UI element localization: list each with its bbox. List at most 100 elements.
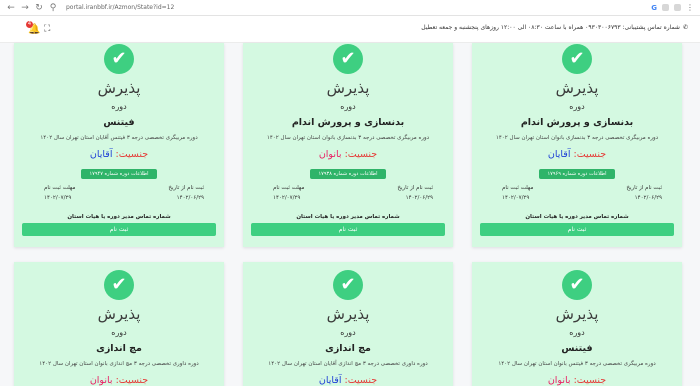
course-label: دوره	[340, 102, 356, 111]
start-date-block: ثبت نام از تاریخ ۱۴۰۲/۰۶/۲۹	[168, 183, 204, 203]
course-card: ✔ پذیرش دوره فیتنس دوره مربیگری تخصصی در…	[472, 262, 682, 386]
check-icon: ✔	[104, 44, 134, 74]
gender-label: جنسیت:	[344, 149, 378, 160]
course-info-button[interactable]: اطلاعات دوره شماره ۱۷۹۳۸	[310, 169, 386, 179]
profile-icon[interactable]	[674, 4, 681, 11]
gender-value: آقایان	[318, 375, 342, 386]
course-label: دوره	[111, 328, 127, 337]
end-date-label: مهلت ثبت نام	[44, 185, 76, 191]
course-name: بدنسازی و پرورش اندام	[291, 117, 405, 128]
end-date-block: مهلت ثبت نام ۱۴۰۲/۰۷/۲۹	[273, 183, 304, 203]
check-icon: ✔	[562, 270, 592, 300]
course-description: دوره مربیگری تخصصی درجه ۳ بدنسازی بانوان…	[266, 135, 430, 141]
gender-label: جنسیت:	[573, 149, 607, 160]
start-date-block: ثبت نام از تاریخ ۱۴۰۲/۰۶/۲۹	[397, 183, 433, 203]
gender-value: بانوان	[318, 149, 342, 160]
status-title: پذیرش	[555, 79, 599, 97]
gender-line: جنسیت: بانوان	[243, 149, 453, 160]
check-icon: ✔	[104, 270, 134, 300]
check-icon: ✔	[562, 44, 592, 74]
start-date-label: ثبت نام از تاریخ	[168, 185, 204, 191]
course-name: فیتنس	[103, 117, 135, 128]
reload-icon[interactable]: ↻	[32, 1, 46, 15]
notification-badge: 4	[26, 21, 33, 28]
status-title: پذیرش	[326, 79, 370, 97]
browser-toolbar: ← → ↻ ⚲ portal.iranbbf.ir/Azmon/State?id…	[0, 0, 700, 16]
gender-value: بانوان	[547, 375, 571, 386]
course-description: دوره مربیگری تخصصی درجه ۳ فیتنس بانوان ا…	[498, 361, 656, 367]
gender-label: جنسیت:	[344, 375, 378, 386]
registration-dates: ثبت نام از تاریخ ۱۴۰۲/۰۶/۲۹ مهلت ثبت نام…	[26, 183, 212, 203]
registration-dates: ثبت نام از تاریخ ۱۴۰۲/۰۶/۲۹ مهلت ثبت نام…	[484, 183, 670, 203]
registration-dates: ثبت نام از تاریخ ۱۴۰۲/۰۶/۲۹ مهلت ثبت نام…	[255, 183, 441, 203]
browser-menu-icon[interactable]: ⋮	[686, 3, 694, 12]
gender-value: آقایان	[547, 149, 571, 160]
address-bar[interactable]: portal.iranbbf.ir/Azmon/State?id=12	[66, 4, 174, 11]
check-icon: ✔	[333, 44, 363, 74]
end-date-value: ۱۴۰۲/۰۷/۲۹	[273, 195, 301, 201]
end-date-value: ۱۴۰۲/۰۷/۲۹	[44, 195, 72, 201]
end-date-block: مهلت ثبت نام ۱۴۰۲/۰۷/۲۹	[502, 183, 533, 203]
course-info-button[interactable]: اطلاعات دوره شماره ۱۷۹۴۷	[81, 169, 157, 179]
end-date-value: ۱۴۰۲/۰۷/۲۹	[502, 195, 530, 201]
status-title: پذیرش	[97, 305, 141, 323]
start-date-value: ۱۴۰۲/۰۶/۲۹	[634, 195, 662, 201]
gender-line: جنسیت: آقایان	[243, 375, 453, 386]
start-date-block: ثبت نام از تاریخ ۱۴۰۲/۰۶/۲۹	[626, 183, 662, 203]
support-contact: ✆ شماره تماس پشتیبانی: ۰۹۳۰۳۰۰۶۷۹۳ همراه…	[421, 24, 688, 31]
course-description: دوره مربیگری تخصصی درجه ۳ فیتنس آقایان ا…	[40, 135, 198, 141]
fullscreen-icon[interactable]: ⛶	[44, 24, 50, 34]
director-contact: شماره تماس مدیر دوره یا هیات استان	[525, 214, 629, 220]
course-name: بدنسازی و پرورش اندام	[520, 117, 634, 128]
gender-line: جنسیت: آقایان	[14, 149, 224, 160]
director-contact: شماره تماس مدیر دوره یا هیات استان	[296, 214, 400, 220]
forward-icon[interactable]: →	[18, 1, 32, 15]
gender-line: جنسیت: آقایان	[472, 149, 682, 160]
gender-line: جنسیت: بانوان	[472, 375, 682, 386]
course-card: ✔ پذیرش دوره بدنسازی و پرورش اندام دوره …	[243, 43, 453, 247]
check-icon: ✔	[333, 270, 363, 300]
course-name: مچ اندازی	[96, 343, 142, 354]
end-date-block: مهلت ثبت نام ۱۴۰۲/۰۷/۲۹	[44, 183, 75, 203]
course-card: ✔ پذیرش دوره فیتنس دوره مربیگری تخصصی در…	[14, 43, 224, 247]
course-description: دوره داوری تخصصی درجه ۳ مچ اندازی آقایان…	[268, 361, 428, 367]
start-date-value: ۱۴۰۲/۰۶/۲۹	[405, 195, 433, 201]
end-date-label: مهلت ثبت نام	[502, 185, 534, 191]
course-label: دوره	[111, 102, 127, 111]
course-description: دوره مربیگری تخصصی درجه ۳ بدنسازی بانوان…	[495, 135, 659, 141]
course-info-button[interactable]: اطلاعات دوره شماره ۱۷۹۶۹	[539, 169, 615, 179]
site-header: 🔔 4 ⛶ ✆ شماره تماس پشتیبانی: ۰۹۳۰۳۰۰۶۷۹۳…	[0, 16, 700, 43]
support-contact-text: شماره تماس پشتیبانی: ۰۹۳۰۳۰۰۶۷۹۳ همراه ب…	[421, 24, 680, 31]
director-contact: شماره تماس مدیر دوره یا هیات استان	[67, 214, 171, 220]
back-icon[interactable]: ←	[4, 1, 18, 15]
google-icon[interactable]: G	[651, 4, 657, 12]
gender-label: جنسیت:	[573, 375, 607, 386]
status-title: پذیرش	[326, 305, 370, 323]
course-card: ✔ پذیرش دوره مچ اندازی دوره داوری تخصصی …	[14, 262, 224, 386]
gender-label: جنسیت:	[115, 149, 149, 160]
course-label: دوره	[569, 102, 585, 111]
site-info-icon[interactable]: ⚲	[46, 1, 60, 15]
register-button[interactable]: ثبت نام	[22, 223, 216, 236]
status-title: پذیرش	[555, 305, 599, 323]
course-name: فیتنس	[561, 343, 593, 354]
course-card: ✔ پذیرش دوره مچ اندازی دوره داوری تخصصی …	[243, 262, 453, 386]
register-button[interactable]: ثبت نام	[480, 223, 674, 236]
course-name: مچ اندازی	[325, 343, 371, 354]
course-card: ✔ پذیرش دوره بدنسازی و پرورش اندام دوره …	[472, 43, 682, 247]
gender-label: جنسیت:	[115, 375, 149, 386]
extension-icon[interactable]	[662, 4, 669, 11]
browser-actions: G ⋮	[651, 3, 700, 12]
start-date-label: ثبت نام از تاریخ	[626, 185, 662, 191]
start-date-value: ۱۴۰۲/۰۶/۲۹	[176, 195, 204, 201]
course-label: دوره	[569, 328, 585, 337]
phone-icon: ✆	[682, 24, 688, 31]
end-date-label: مهلت ثبت نام	[273, 185, 305, 191]
gender-value: آقایان	[89, 149, 113, 160]
status-title: پذیرش	[97, 79, 141, 97]
gender-line: جنسیت: بانوان	[14, 375, 224, 386]
course-description: دوره داوری تخصصی درجه ۳ مچ اندازی بانوان…	[39, 361, 199, 367]
gender-value: بانوان	[89, 375, 113, 386]
course-label: دوره	[340, 328, 356, 337]
register-button[interactable]: ثبت نام	[251, 223, 445, 236]
